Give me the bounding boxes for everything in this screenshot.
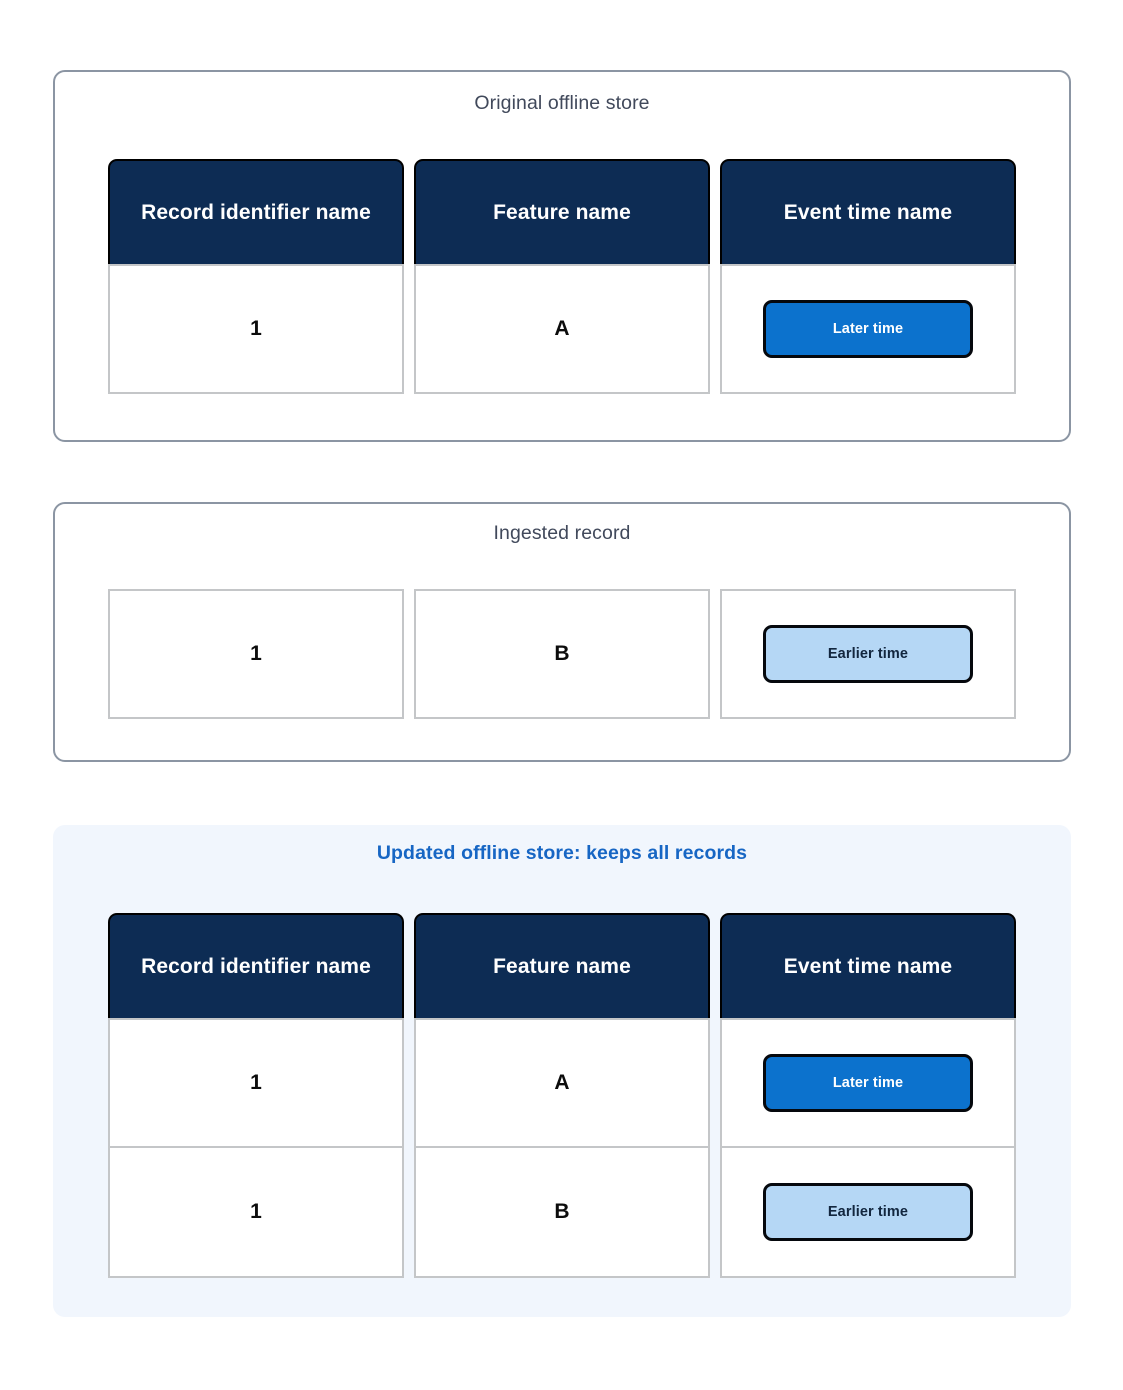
event-time-chip-earlier: Earlier time — [763, 625, 973, 683]
table-row-cell-record-identifier: 1 — [108, 1018, 404, 1148]
column-header-feature-name: Feature name — [414, 913, 710, 1018]
table-row-cell-feature-name: A — [414, 1018, 710, 1148]
column-record-identifier: 1 — [108, 589, 404, 719]
table-row-cell-feature-name: B — [414, 589, 710, 719]
table-row-cell-event-time: Earlier time — [720, 1148, 1016, 1278]
event-time-chip-earlier: Earlier time — [763, 1183, 973, 1241]
panel-ingested-record: Ingested record 1 B Earlier time — [53, 502, 1071, 762]
panel-title-ingested: Ingested record — [493, 522, 631, 544]
table-row-cell-feature-name: B — [414, 1148, 710, 1278]
table-row-cell-record-identifier: 1 — [108, 589, 404, 719]
panel-updated-offline-store: Updated offline store: keeps all records… — [53, 825, 1071, 1317]
table-row-cell-event-time: Earlier time — [720, 589, 1016, 719]
column-record-identifier: Record identifier name 1 1 — [108, 913, 404, 1278]
column-header-feature-name: Feature name — [414, 159, 710, 264]
panel-title-original: Original offline store — [474, 92, 650, 114]
panel-original-offline-store: Original offline store Record identifier… — [53, 70, 1071, 442]
table-row-cell-record-identifier: 1 — [108, 1148, 404, 1278]
column-header-event-time-name: Event time name — [720, 913, 1016, 1018]
column-event-time-name: Earlier time — [720, 589, 1016, 719]
column-header-record-identifier: Record identifier name — [108, 913, 404, 1018]
table-updated: Record identifier name 1 1 Feature name … — [53, 913, 1071, 1278]
column-feature-name: Feature name A — [414, 159, 710, 394]
diagram-canvas: Original offline store Record identifier… — [0, 0, 1123, 1390]
table-row-cell-feature-name: A — [414, 264, 710, 394]
column-event-time-name: Event time name Later time Earlier time — [720, 913, 1016, 1278]
table-original: Record identifier name 1 Feature name A … — [55, 159, 1069, 394]
event-time-chip-later: Later time — [763, 1054, 973, 1112]
table-row-cell-record-identifier: 1 — [108, 264, 404, 394]
event-time-chip-later: Later time — [763, 300, 973, 358]
column-header-record-identifier: Record identifier name — [108, 159, 404, 264]
column-feature-name: Feature name A B — [414, 913, 710, 1278]
table-ingested: 1 B Earlier time — [55, 589, 1069, 719]
column-event-time-name: Event time name Later time — [720, 159, 1016, 394]
table-row-cell-event-time: Later time — [720, 1018, 1016, 1148]
panel-title-updated: Updated offline store: keeps all records — [376, 842, 748, 864]
column-header-event-time-name: Event time name — [720, 159, 1016, 264]
table-row-cell-event-time: Later time — [720, 264, 1016, 394]
column-record-identifier: Record identifier name 1 — [108, 159, 404, 394]
column-feature-name: B — [414, 589, 710, 719]
